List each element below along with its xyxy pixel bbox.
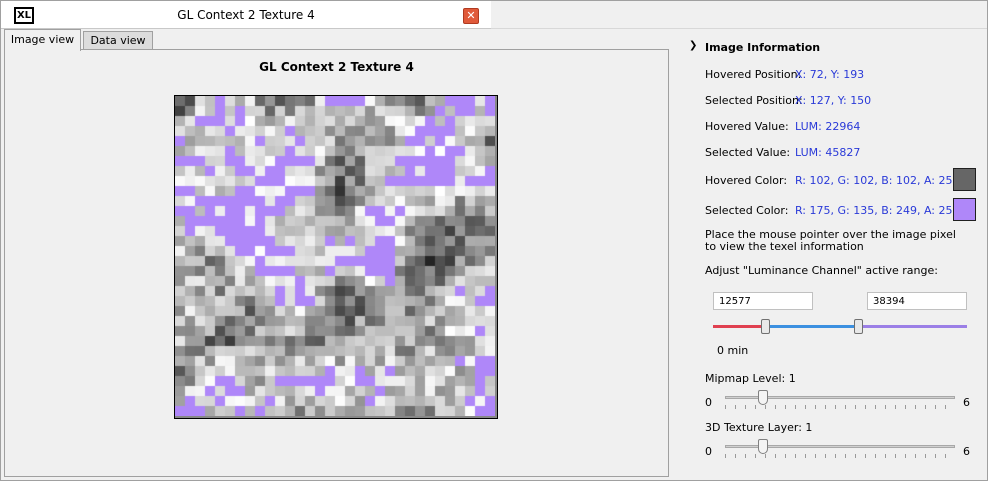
hint-line-2: to view the texel information [705, 240, 864, 253]
range-label: Adjust "Luminance Channel" active range: [705, 264, 938, 277]
mipmap-max-label: 6 [963, 396, 970, 409]
range-active-segment [765, 325, 858, 328]
range-above-segment [858, 325, 967, 328]
chevron-right-icon[interactable]: ❯ [689, 40, 697, 51]
texture-viewer-window: XL GL Context 2 Texture 4 ✕ Image view D… [0, 0, 988, 481]
selected-color-swatch [953, 198, 976, 221]
mipmap-label: Mipmap Level: 1 [705, 372, 796, 385]
hovered-value-label: Hovered Value: [705, 120, 789, 133]
mipmap-min-label: 0 [705, 396, 712, 409]
tab-data-view[interactable]: Data view [83, 31, 153, 50]
range-below-segment [713, 325, 765, 328]
range-caption: 0 min [717, 344, 749, 357]
window-title: GL Context 2 Texture 4 [177, 8, 315, 22]
title-bar-extension [491, 1, 987, 29]
image-view-panel: GL Context 2 Texture 4 [4, 49, 669, 477]
selected-value-label: Selected Value: [705, 146, 791, 159]
selected-color-label: Selected Color: [705, 204, 789, 217]
selected-color-value: R: 175, G: 135, B: 249, A: 255 [795, 204, 960, 217]
image-view-title: GL Context 2 Texture 4 [259, 60, 414, 74]
hovered-color-swatch [953, 168, 976, 191]
texture-canvas[interactable] [175, 96, 495, 416]
selected-position-value: X: 127, Y: 150 [795, 94, 872, 107]
selected-value-value: LUM: 45827 [795, 146, 861, 159]
tab-image-view[interactable]: Image view [4, 29, 81, 51]
title-bar: XL GL Context 2 Texture 4 ✕ [1, 1, 491, 29]
hovered-color-value: R: 102, G: 102, B: 102, A: 255 [795, 174, 960, 187]
hovered-position-value: X: 72, Y: 193 [795, 68, 865, 81]
range-min-input[interactable]: 12577 [713, 292, 813, 310]
texture-image[interactable] [174, 95, 498, 419]
layer-label: 3D Texture Layer: 1 [705, 421, 813, 434]
layer-min-label: 0 [705, 445, 712, 458]
range-max-handle[interactable] [854, 319, 863, 334]
hovered-position-label: Hovered Position: [705, 68, 802, 81]
selected-position-label: Selected Position: [705, 94, 803, 107]
layer-max-label: 6 [963, 445, 970, 458]
mipmap-slider-ticks [725, 405, 955, 409]
range-max-input[interactable]: 38394 [867, 292, 967, 310]
hovered-value-value: LUM: 22964 [795, 120, 861, 133]
close-icon[interactable]: ✕ [463, 8, 479, 24]
mipmap-slider-thumb[interactable] [758, 390, 769, 405]
layer-slider-thumb[interactable] [758, 439, 769, 454]
section-title: Image Information [705, 41, 821, 54]
hovered-color-label: Hovered Color: [705, 174, 788, 187]
luminance-range-bar[interactable] [713, 325, 967, 328]
range-min-handle[interactable] [761, 319, 770, 334]
layer-slider-ticks [725, 454, 955, 458]
